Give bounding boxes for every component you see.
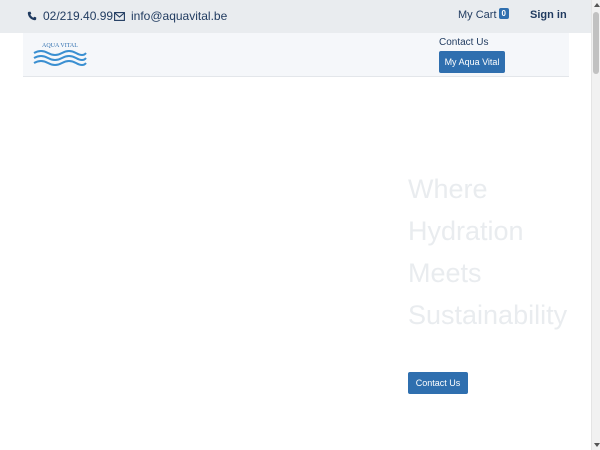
topbar: 02/219.40.99 info@aquavital.be My Cart 0… (0, 0, 591, 33)
scroll-down-arrow-icon[interactable] (594, 443, 600, 447)
aqua-vital-logo[interactable]: AQUA VITAL (32, 39, 88, 69)
hero-title-line: Sustainability (408, 300, 568, 330)
page-scrollbar[interactable] (591, 0, 600, 450)
phone-number: 02/219.40.99 (43, 9, 114, 23)
signin-link[interactable]: Sign in (530, 9, 567, 21)
logo-text: AQUA VITAL (42, 43, 78, 49)
hero-title-line: Hydration (408, 216, 524, 246)
cart-label: My Cart (458, 9, 497, 21)
nav-contact-link[interactable]: Contact Us (439, 37, 488, 48)
scroll-thumb[interactable] (593, 12, 599, 74)
phone-icon (27, 11, 37, 21)
cart-link[interactable]: My Cart 0 (458, 8, 509, 21)
phone-link[interactable]: 02/219.40.99 (27, 9, 113, 23)
hero-contact-button[interactable]: Contact Us (408, 372, 468, 394)
my-aqua-vital-button[interactable]: My Aqua Vital (439, 51, 505, 73)
cart-count-badge: 0 (498, 8, 509, 19)
scroll-up-arrow-icon[interactable] (594, 3, 600, 7)
hero-title: Where Hydration Meets Sustainability (408, 168, 593, 336)
envelope-icon (114, 11, 125, 21)
hero-title-line: Meets (408, 258, 482, 288)
email-link[interactable]: info@aquavital.be (114, 9, 227, 23)
navbar: AQUA VITAL Contact Us My Aqua Vital (23, 33, 569, 77)
email-address: info@aquavital.be (131, 9, 228, 23)
hero-title-line: Where (408, 174, 488, 204)
